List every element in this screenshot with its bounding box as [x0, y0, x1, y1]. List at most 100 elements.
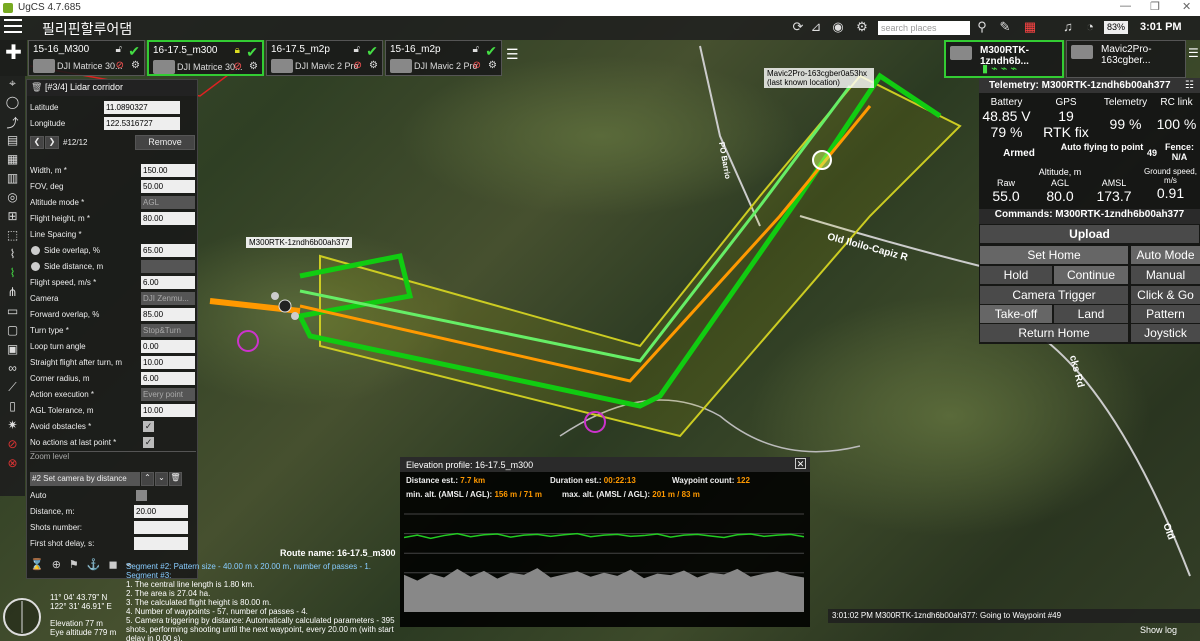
- route-tab-16-17-5-m2p[interactable]: 16-17.5_m2p DJI Mavic 2 Pro 🔓︎ ✔ ⊘ ⚙: [266, 40, 383, 76]
- marker-icon[interactable]: ▯: [0, 399, 25, 418]
- param-input[interactable]: 0.00: [141, 340, 195, 353]
- minimize-button[interactable]: —: [1120, 0, 1131, 12]
- lock-icon[interactable]: 🔒︎: [235, 45, 240, 56]
- corridor-icon[interactable]: ⊞: [0, 209, 25, 228]
- delay-input[interactable]: [134, 537, 188, 550]
- main-menu-button[interactable]: [4, 19, 22, 33]
- land-button[interactable]: Land: [1054, 305, 1128, 323]
- camera-icon[interactable]: ◉: [828, 19, 848, 37]
- manual-mode-button[interactable]: Manual Mode: [1131, 266, 1200, 300]
- perimeter-icon[interactable]: ⬚: [0, 228, 25, 247]
- gear-icon[interactable]: ⚙: [488, 60, 497, 71]
- sun-icon[interactable]: ✷: [0, 418, 25, 437]
- param-input[interactable]: 10.00: [141, 356, 195, 369]
- ruler-icon[interactable]: ⟋: [0, 380, 25, 399]
- move-up-button[interactable]: ⌃: [141, 472, 154, 486]
- move-down-button[interactable]: ⌄: [155, 472, 168, 486]
- return-home-button[interactable]: Return Home: [980, 324, 1128, 342]
- vehicle-tab-mavic[interactable]: Mavic2Pro-163cgber...: [1066, 40, 1186, 78]
- lock-icon[interactable]: 🔓︎: [354, 44, 360, 55]
- photogrammetry-icon[interactable]: ▤: [0, 133, 25, 152]
- continue-button[interactable]: Continue: [1054, 266, 1128, 284]
- headset-icon[interactable]: ♫: [1058, 19, 1078, 37]
- close-window-button[interactable]: ✕: [1182, 0, 1191, 13]
- param-input[interactable]: AGL: [141, 196, 195, 209]
- show-log-button[interactable]: Show log: [1140, 625, 1177, 635]
- joystick-button[interactable]: Joystick: [1131, 324, 1200, 342]
- trash-icon[interactable]: 🗑︎: [31, 82, 45, 92]
- circle-icon[interactable]: ◯: [0, 95, 25, 114]
- compass-icon[interactable]: [2, 597, 42, 637]
- param-input[interactable]: 6.00: [141, 372, 195, 385]
- vehicle-list-more-icon[interactable]: ☰: [1188, 46, 1199, 60]
- shots-input[interactable]: [134, 521, 188, 534]
- facade-icon[interactable]: ▥: [0, 171, 25, 190]
- latitude-input[interactable]: 11.0890327: [104, 101, 180, 114]
- param-input[interactable]: 85.00: [141, 308, 195, 321]
- geofence-icon[interactable]: ▢: [0, 323, 25, 342]
- param-input[interactable]: DJI Zenmu...: [141, 292, 195, 305]
- auto-checkbox[interactable]: [136, 490, 147, 501]
- hide-icon[interactable]: ⊘: [354, 60, 362, 71]
- orbit-icon[interactable]: ◎: [0, 190, 25, 209]
- param-input[interactable]: 65.00: [141, 244, 195, 257]
- radio-button[interactable]: [31, 262, 40, 271]
- close-elevation-button[interactable]: ✕: [795, 458, 806, 469]
- vehicle-tab-m300[interactable]: M300RTK-1zndh6b... ▮ ⌁ ⌁ ⌁: [944, 40, 1064, 78]
- set-home-button[interactable]: Set Home: [980, 246, 1128, 264]
- param-input[interactable]: [141, 260, 195, 273]
- search-input[interactable]: search places: [878, 21, 970, 35]
- clear-icon[interactable]: ⊗: [0, 456, 25, 475]
- distance-input[interactable]: 20.00: [134, 505, 188, 518]
- hide-icon[interactable]: ⊘: [473, 60, 481, 71]
- route-list-more-icon[interactable]: ☰: [506, 46, 519, 63]
- lidar-corridor-icon[interactable]: ⌇: [0, 266, 25, 285]
- longitude-input[interactable]: 122.5316727: [104, 117, 180, 130]
- spiral-icon[interactable]: ⌇: [0, 247, 25, 266]
- lidar-area-icon[interactable]: ⋔: [0, 285, 25, 304]
- param-input[interactable]: Every point: [141, 388, 195, 401]
- pattern-button[interactable]: Pattern: [1131, 305, 1200, 323]
- settings-icon[interactable]: ⚙: [852, 19, 872, 37]
- search-icon[interactable]: ⚲: [972, 19, 992, 37]
- mavic-marker[interactable]: [812, 150, 832, 170]
- param-input[interactable]: 10.00: [141, 404, 195, 417]
- param-input[interactable]: Stop&Turn: [141, 324, 195, 337]
- gear-icon[interactable]: ⚙: [249, 61, 258, 72]
- link-icon[interactable]: ∞: [0, 361, 25, 380]
- lock-icon[interactable]: 🔓︎: [116, 44, 122, 55]
- camera-trigger-button[interactable]: Camera Trigger: [980, 286, 1128, 304]
- gear-icon[interactable]: ⚙: [369, 60, 378, 71]
- delete-action-button[interactable]: 🗑︎: [169, 472, 182, 486]
- param-input[interactable]: 80.00: [141, 212, 195, 225]
- next-waypoint-button[interactable]: ❯: [45, 136, 59, 149]
- restore-button[interactable]: ❐: [1150, 0, 1160, 13]
- telemetry-menu-icon[interactable]: ☷: [1185, 80, 1194, 91]
- param-checkbox[interactable]: ✓: [143, 421, 154, 432]
- gear-icon[interactable]: ⚙: [131, 60, 140, 71]
- radio-button[interactable]: [31, 246, 40, 255]
- polygon-icon[interactable]: ▣: [0, 342, 25, 361]
- hold-button[interactable]: Hold: [980, 266, 1052, 284]
- param-checkbox[interactable]: ✓: [143, 437, 154, 448]
- click-go-button[interactable]: Click & Go: [1131, 286, 1200, 304]
- remove-button[interactable]: Remove: [135, 135, 195, 150]
- vertical-scan-icon[interactable]: ▭: [0, 304, 25, 323]
- auto-mode-button[interactable]: Auto Mode: [1131, 246, 1200, 264]
- hide-icon[interactable]: ⊘: [116, 60, 124, 71]
- ruler-icon[interactable]: ⊿: [806, 19, 826, 37]
- route-tab-15-16-m300[interactable]: 15-16_M300 DJI Matrice 30... 🔓︎ ✔ ⊘ ⚙: [28, 40, 145, 76]
- upload-button[interactable]: Upload: [980, 225, 1199, 243]
- prev-waypoint-button[interactable]: ❮: [30, 136, 44, 149]
- refresh-icon[interactable]: ⟳: [788, 19, 808, 37]
- route-tab-15-16-m2p[interactable]: 15-16_m2p DJI Mavic 2 Pro 🔓︎ ✔ ⊘ ⚙: [385, 40, 502, 76]
- hide-icon[interactable]: ⊘: [234, 61, 242, 72]
- area-scan-icon[interactable]: ▦: [0, 152, 25, 171]
- param-input[interactable]: 6.00: [141, 276, 195, 289]
- path-icon[interactable]: ⤴: [0, 114, 25, 133]
- keyboard-icon[interactable]: ▦: [1020, 19, 1040, 37]
- route-tab-16-17-5-m300[interactable]: 16-17.5_m300 DJI Matrice 30... 🔒︎ ✔ ⊘ ⚙: [147, 40, 264, 76]
- no-fly-zone-icon[interactable]: ⊘: [0, 437, 25, 456]
- waypoint-icon[interactable]: ⌖: [0, 76, 25, 95]
- param-input[interactable]: 150.00: [141, 164, 195, 177]
